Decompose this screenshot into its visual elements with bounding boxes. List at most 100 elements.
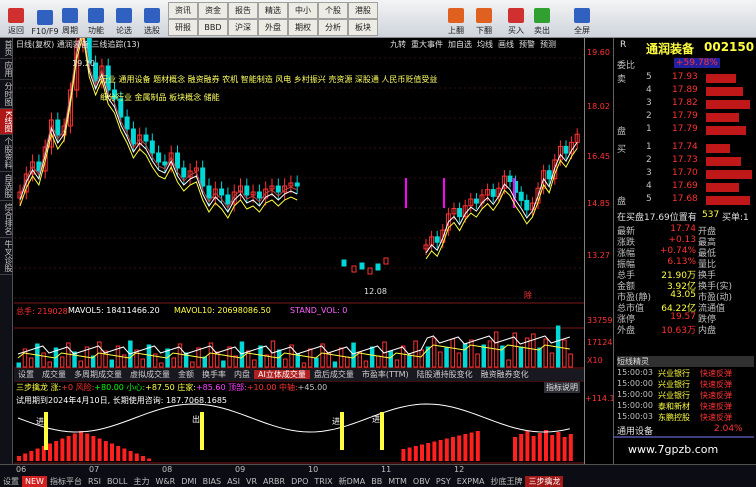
- header-button[interactable]: 画线: [498, 40, 514, 49]
- quote-cell: 快速反弹: [700, 380, 732, 389]
- volume-bar: [171, 357, 176, 368]
- header-button[interactable]: 重大事件: [411, 40, 443, 49]
- toolbar-small-button[interactable]: 个股: [318, 2, 348, 19]
- bottom-tab[interactable]: 新DMA: [336, 476, 369, 487]
- bottom-tab[interactable]: 指标平台: [47, 476, 85, 487]
- bottom-tab[interactable]: 主力: [131, 476, 153, 487]
- toolbar-small-button[interactable]: 港股: [348, 2, 378, 19]
- indicator-tab[interactable]: 融资融券变化: [477, 370, 533, 379]
- bottom-tab[interactable]: MTM: [385, 476, 410, 487]
- bottom-tab[interactable]: W&R: [153, 476, 179, 487]
- toolbar-small-button[interactable]: 研报: [168, 19, 198, 36]
- indicator-tab[interactable]: 多周期成交量: [70, 370, 126, 379]
- header-button[interactable]: 均线: [477, 40, 493, 49]
- header-button[interactable]: 加自选: [448, 40, 472, 49]
- candle-body: [367, 267, 373, 275]
- left-nav-item[interactable]: 首页: [0, 38, 13, 59]
- bottom-tab[interactable]: OBV: [410, 476, 433, 487]
- toolbar-small-button[interactable]: 板块: [348, 19, 378, 36]
- bottom-tab[interactable]: BIAS: [200, 476, 224, 487]
- left-nav-item[interactable]: 分时图: [0, 80, 13, 109]
- toolbar-small-button[interactable]: 精选: [258, 2, 288, 19]
- period-icon: [62, 8, 78, 23]
- kline-chart[interactable]: 19.20 12.08 除进 出 进 进 日线(复权) 通润装备 三线追踪(13) 九转重…: [14, 38, 584, 464]
- indicator-bar: [97, 438, 102, 461]
- toolbar-button-4[interactable]: 论选: [110, 1, 138, 36]
- bottom-tab[interactable]: TRIX: [311, 476, 335, 487]
- toolbar-button-13[interactable]: 下翻: [470, 1, 498, 36]
- candle-body: [124, 116, 130, 130]
- indicator-tab[interactable]: 虚拟成交量: [126, 370, 174, 379]
- bottom-tab[interactable]: VR: [243, 476, 260, 487]
- toolbar-small-button[interactable]: 中小: [288, 2, 318, 19]
- indicator-tab[interactable]: 换手率: [198, 370, 230, 379]
- toolbar-button-12[interactable]: 上翻: [442, 1, 470, 36]
- back-icon: [8, 8, 24, 23]
- toolbar-button-1[interactable]: F10/F9: [31, 1, 59, 36]
- left-nav-item[interactable]: 自选股: [0, 172, 13, 202]
- back-button[interactable]: 返回: [2, 1, 30, 36]
- bottom-tab[interactable]: RSI: [85, 476, 104, 487]
- indicator-tab[interactable]: AI立体成交量: [254, 370, 310, 379]
- toolbar-small-button[interactable]: 资讯: [168, 2, 198, 19]
- indicator-help-button[interactable]: 指标说明: [544, 382, 580, 393]
- indicator-tab[interactable]: 设置: [14, 370, 38, 379]
- indicator-tab[interactable]: 成交量: [38, 370, 70, 379]
- bottom-tab[interactable]: 三步擒龙: [525, 476, 564, 487]
- toolbar-button-15[interactable]: 卖出: [528, 1, 556, 36]
- candle-body: [200, 167, 206, 187]
- toolbar-button-5[interactable]: 选股: [138, 1, 166, 36]
- toolbar-small-button[interactable]: BBD: [198, 19, 228, 36]
- toolbar-small-button[interactable]: 期权: [288, 19, 318, 36]
- quote-cell: 10.63万: [661, 326, 696, 336]
- ma-line-20: [19, 38, 298, 209]
- indicator-bar: [85, 433, 90, 461]
- toolbar-small-button[interactable]: 沪深: [228, 19, 258, 36]
- left-nav-item[interactable]: 牛叉诊股: [0, 238, 13, 276]
- left-nav-item[interactable]: K线图: [0, 109, 13, 136]
- month-label: 07: [89, 465, 100, 474]
- bottom-tab[interactable]: ARBR: [260, 476, 288, 487]
- indicator-tab[interactable]: 金额: [174, 370, 198, 379]
- indicator-bar: [116, 446, 121, 461]
- toolbar-small-button[interactable]: 外盘: [258, 19, 288, 36]
- left-nav-item[interactable]: 个股资料: [0, 135, 13, 173]
- bottom-tab[interactable]: 设置: [0, 476, 22, 487]
- toolbar-button-14[interactable]: 买入: [502, 1, 530, 36]
- header-button[interactable]: 预警: [519, 40, 535, 49]
- volume-bar: [351, 342, 356, 368]
- left-nav-item[interactable]: 应用: [0, 59, 13, 80]
- toolbar-button-2[interactable]: 周期: [56, 1, 84, 36]
- toolbar-button-3[interactable]: 功能: [82, 1, 110, 36]
- bottom-tab[interactable]: DMI: [178, 476, 199, 487]
- bottom-tab[interactable]: BOLL: [104, 476, 131, 487]
- bottom-tab[interactable]: NEW: [22, 476, 47, 487]
- candle-body: [507, 175, 513, 183]
- left-nav-item[interactable]: 综合排名: [0, 201, 13, 239]
- bottom-tab[interactable]: PSY: [433, 476, 454, 487]
- bottom-tab[interactable]: DPO: [288, 476, 311, 487]
- indicator-tab[interactable]: 内盘: [230, 370, 254, 379]
- header-button[interactable]: 预测: [540, 40, 556, 49]
- indicator-tab[interactable]: 盘后成交量: [310, 370, 358, 379]
- indicator-bar: [463, 434, 468, 461]
- indicator-bar: [475, 431, 480, 461]
- bottom-tab[interactable]: EXPMA: [454, 476, 488, 487]
- bottom-tab[interactable]: ASI: [224, 476, 243, 487]
- price-tick: 18.02: [587, 102, 610, 111]
- indicator-tab-strip: 设置 NEW 指标平台 RSI BOLL 主力 W&R DMI BIAS ASI VR ARBR DPO…: [0, 476, 564, 487]
- month-label: 10: [308, 465, 319, 474]
- indicator-tab[interactable]: 陆股通持股变化: [413, 370, 477, 379]
- volume-total: 总手: 219028: [16, 307, 68, 316]
- bottom-tab[interactable]: 抄底王牌: [487, 476, 525, 487]
- header-button[interactable]: 九转: [390, 40, 406, 49]
- quote-cell: 兴业银行: [658, 380, 690, 389]
- toolbar-small-button[interactable]: 报告: [228, 2, 258, 19]
- toolbar-small-button[interactable]: 资金: [198, 2, 228, 19]
- indicator-tab[interactable]: 市盈率(TTM): [358, 370, 413, 379]
- toolbar-button-16[interactable]: 全屏: [568, 1, 596, 36]
- indicator-bar: [413, 446, 418, 461]
- toolbar-small-button[interactable]: 分析: [318, 19, 348, 36]
- indicator-bar: [426, 443, 431, 461]
- bottom-tab[interactable]: BB: [368, 476, 385, 487]
